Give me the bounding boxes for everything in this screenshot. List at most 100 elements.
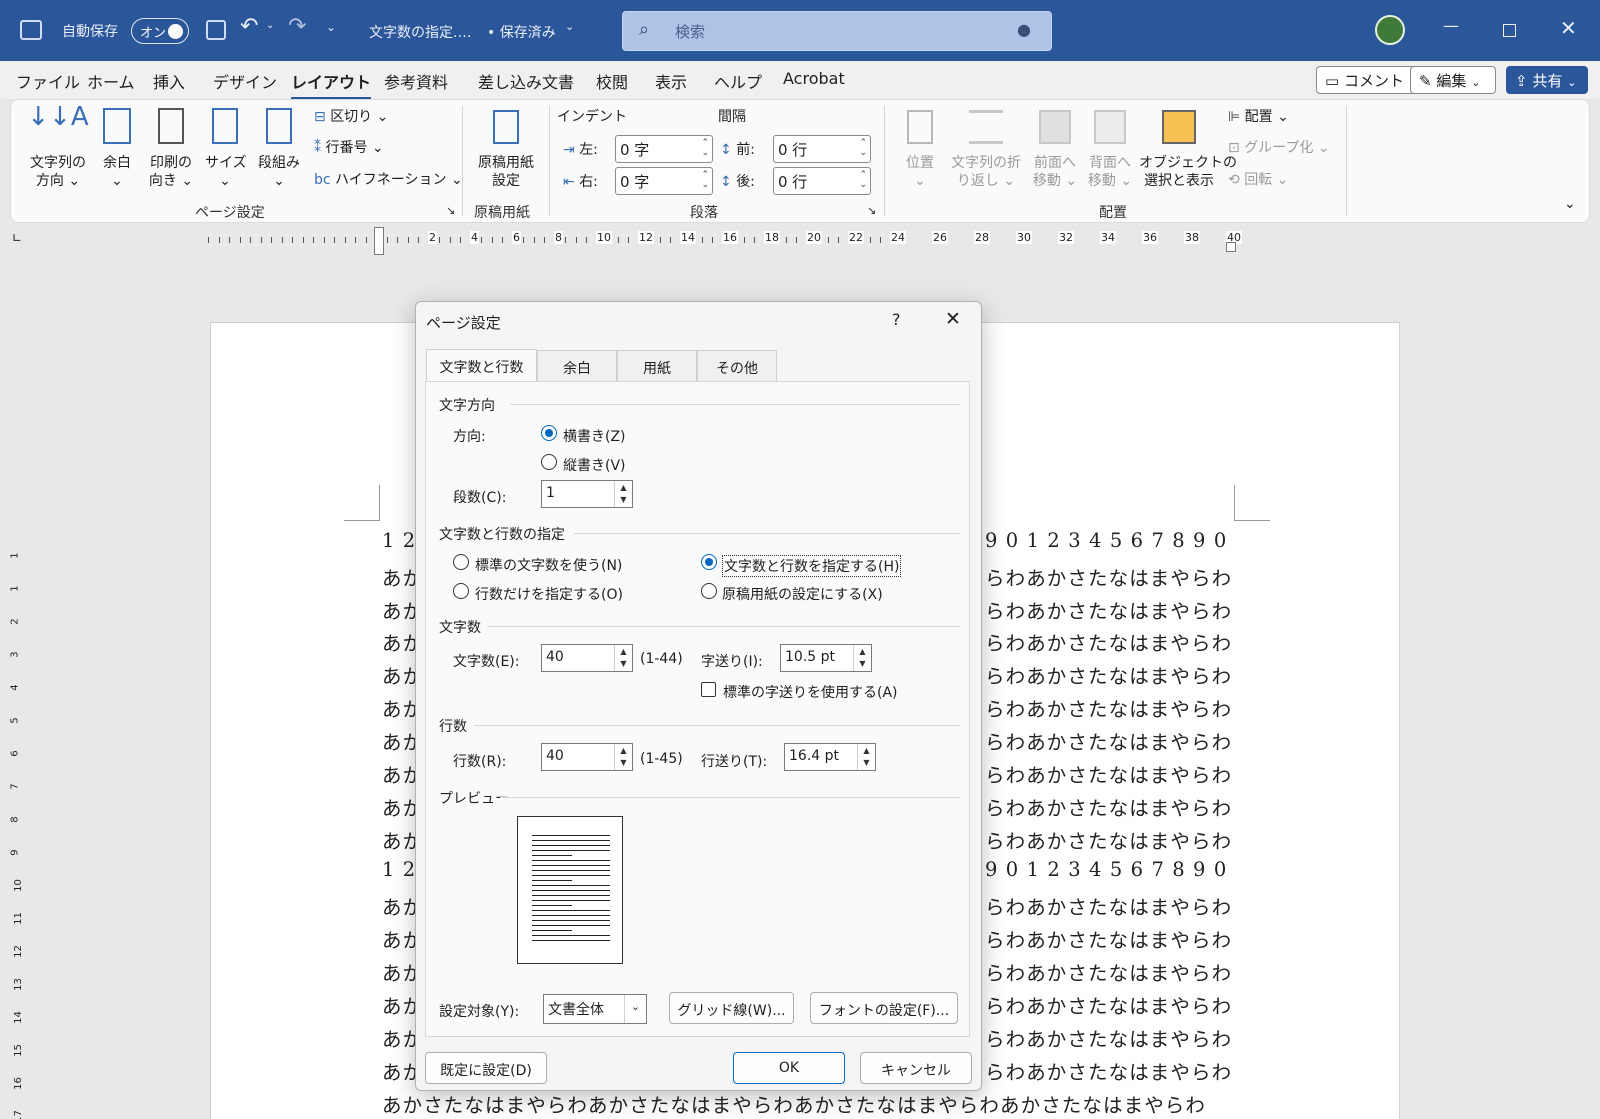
document-line-end[interactable]: らわあかさたなはまやらわ xyxy=(985,957,1232,986)
vertical-label[interactable]: 縦書き(V) xyxy=(563,455,626,475)
set-default-button[interactable]: 既定に設定(D) xyxy=(425,1052,547,1084)
tab-home[interactable]: ホーム xyxy=(87,69,135,93)
document-line-end[interactable]: らわあかさたなはまやらわ xyxy=(985,1023,1232,1052)
chevron-down-icon[interactable]: ⌄ xyxy=(565,20,574,33)
line-numbers-button[interactable]: ⁑ 行番号 ⌄ xyxy=(314,139,384,157)
spinner-icon[interactable]: ▲ ▼ xyxy=(853,645,871,671)
document-line[interactable]: あかさたなはまやらわあかさたなはまやらわあかさたなはまやらわあかさたなはまやらわ xyxy=(382,1089,1206,1118)
vertical-ruler[interactable]: 1123456789101112131415161718 xyxy=(6,300,28,1119)
document-line-end[interactable]: らわあかさたなはまやらわ xyxy=(985,1056,1232,1085)
spacing-after-input[interactable]: 0 行 ⌃ ⌄ xyxy=(773,167,871,195)
document-line-end[interactable]: らわあかさたなはまやらわ xyxy=(985,562,1232,591)
tab-acrobat[interactable]: Acrobat xyxy=(783,69,845,88)
lines-only-label[interactable]: 行数だけを指定する(O) xyxy=(475,584,623,604)
rotate-button[interactable]: ⟲ 回転 ⌄ xyxy=(1228,171,1288,189)
document-line-end[interactable]: らわあかさたなはまやらわ xyxy=(985,825,1232,854)
tab-insert[interactable]: 挿入 xyxy=(153,69,185,93)
vertical-radio[interactable] xyxy=(541,454,557,470)
spacing-before-input[interactable]: 0 行 ⌃ ⌄ xyxy=(773,135,871,163)
document-title[interactable]: 文字数の指定.… xyxy=(369,22,471,42)
cancel-button[interactable]: キャンセル xyxy=(860,1052,972,1084)
position-button[interactable]: 位置 ⌄ xyxy=(900,108,940,190)
columns-button[interactable]: 段組み ⌄ xyxy=(256,108,302,190)
document-line-end[interactable]: らわあかさたなはまやらわ xyxy=(985,595,1232,624)
document-line-end[interactable]: らわあかさたなはまやらわ xyxy=(985,891,1232,920)
dialog-close-icon[interactable]: ✕ xyxy=(945,308,961,330)
autosave-toggle[interactable]: オン xyxy=(131,18,189,44)
breaks-button[interactable]: ⊟ 区切り ⌄ xyxy=(314,108,388,126)
group-objects-button[interactable]: ⊡ グループ化 ⌄ xyxy=(1228,139,1330,157)
tab-design[interactable]: デザイン xyxy=(213,69,277,93)
undo-icon[interactable]: ↶ xyxy=(240,14,258,39)
genko-label[interactable]: 原稿用紙の設定にする(X) xyxy=(722,584,883,604)
document-line-end[interactable]: 9 0 1 2 3 4 5 6 7 8 9 0 xyxy=(985,858,1227,881)
save-status[interactable]: • 保存済み xyxy=(487,22,556,42)
dialog-launcher-icon[interactable]: ↘ xyxy=(867,204,876,217)
spinner-icon[interactable]: ▲ ▼ xyxy=(614,645,632,671)
customize-qat-icon[interactable]: ⌄ xyxy=(326,20,336,34)
columns-input[interactable]: 1 ▲ ▼ xyxy=(541,480,633,508)
apply-to-select[interactable]: 文書全体 ⌄ xyxy=(543,994,647,1024)
dialog-launcher-icon[interactable]: ↘ xyxy=(446,204,455,217)
right-indent-marker[interactable] xyxy=(1226,242,1236,252)
document-line-start[interactable]: 1 2 xyxy=(382,858,416,881)
genko-radio[interactable] xyxy=(701,583,717,599)
chars-and-lines-label[interactable]: 文字数と行数を指定する(H) xyxy=(722,555,902,577)
text-direction-button[interactable]: ↓↓A 文字列の 方向 ⌄ xyxy=(26,104,90,190)
selection-pane-button[interactable]: オブジェクトの 選択と表示 xyxy=(1139,108,1237,190)
horizontal-radio[interactable] xyxy=(541,425,557,441)
redo-icon[interactable]: ↷ xyxy=(288,14,306,39)
microphone-icon[interactable]: ● xyxy=(1017,20,1031,39)
collapse-ribbon-icon[interactable]: ⌄ xyxy=(1564,196,1576,212)
document-line-end[interactable]: 9 0 1 2 3 4 5 6 7 8 9 0 xyxy=(985,529,1227,552)
help-button[interactable]: ? xyxy=(892,310,901,329)
line-pitch-input[interactable]: 16.4 pt ▲ ▼ xyxy=(784,743,876,771)
bring-forward-button[interactable]: 前面へ 移動 ⌄ xyxy=(1032,108,1078,190)
tab-mailings[interactable]: 差し込み文書 xyxy=(478,69,574,93)
indent-left-input[interactable]: 0 字 ⌃ ⌄ xyxy=(615,135,713,163)
tab-help[interactable]: ヘルプ xyxy=(714,69,762,93)
tab-chars-lines[interactable]: 文字数と行数 xyxy=(426,349,537,383)
save-icon[interactable] xyxy=(206,20,226,40)
tab-view[interactable]: 表示 xyxy=(655,69,687,93)
standard-pitch-label[interactable]: 標準の字送りを使用する(A) xyxy=(723,682,898,702)
edit-mode-button[interactable]: ✎ 編集 ⌄ xyxy=(1410,66,1496,94)
orientation-button[interactable]: 印刷の 向き ⌄ xyxy=(148,108,194,190)
spinner-icon[interactable]: ▲ ▼ xyxy=(614,744,632,770)
maximize-icon[interactable] xyxy=(1503,24,1516,37)
ok-button[interactable]: OK xyxy=(733,1052,845,1084)
send-backward-button[interactable]: 背面へ 移動 ⌄ xyxy=(1087,108,1133,190)
size-button[interactable]: サイズ ⌄ xyxy=(205,108,247,190)
document-line-end[interactable]: らわあかさたなはまやらわ xyxy=(985,726,1232,755)
document-line-end[interactable]: らわあかさたなはまやらわ xyxy=(985,660,1232,689)
tab-file[interactable]: ファイル xyxy=(16,69,80,93)
align-button[interactable]: ⊫ 配置 ⌄ xyxy=(1228,108,1289,126)
tab-selector-icon[interactable]: ∟ xyxy=(12,231,22,245)
close-icon[interactable]: ✕ xyxy=(1560,16,1577,40)
hyphenation-button[interactable]: bc ハイフネーション ⌄ xyxy=(314,171,463,189)
document-line-end[interactable]: らわあかさたなはまやらわ xyxy=(985,759,1232,788)
tab-references[interactable]: 参考資料 xyxy=(384,69,448,93)
spinner-icon[interactable]: ▲ ▼ xyxy=(614,481,632,507)
tab-review[interactable]: 校閲 xyxy=(596,69,628,93)
document-line-end[interactable]: らわあかさたなはまやらわ xyxy=(985,990,1232,1019)
first-line-indent-marker[interactable] xyxy=(374,227,384,255)
font-settings-button[interactable]: フォントの設定(F)... xyxy=(810,992,958,1024)
grid-lines-button[interactable]: グリッド線(W)... xyxy=(669,992,794,1024)
lines-input[interactable]: 40 ▲ ▼ xyxy=(541,743,633,771)
document-line-end[interactable]: らわあかさたなはまやらわ xyxy=(985,693,1232,722)
char-pitch-input[interactable]: 10.5 pt ▲ ▼ xyxy=(780,644,872,672)
share-button[interactable]: ⇪ 共有 ⌄ xyxy=(1506,66,1588,94)
horizontal-ruler[interactable]: 2 4 6 8 10 12 14 16 18 20 22 24 26 28 30 32 34 36 38 40 xyxy=(208,231,1400,247)
genko-button[interactable]: 原稿用紙 設定 xyxy=(474,108,538,190)
spinner-icon[interactable]: ▲ ▼ xyxy=(857,744,875,770)
tab-margins[interactable]: 余白 xyxy=(537,350,617,382)
indent-right-input[interactable]: 0 字 ⌃ ⌄ xyxy=(615,167,713,195)
document-line-end[interactable]: らわあかさたなはまやらわ xyxy=(985,627,1232,656)
margins-button[interactable]: 余白 ⌄ xyxy=(99,108,135,190)
minimize-icon[interactable]: — xyxy=(1443,16,1459,35)
standard-chars-label[interactable]: 標準の文字数を使う(N) xyxy=(475,555,622,575)
lines-only-radio[interactable] xyxy=(453,583,469,599)
standard-chars-radio[interactable] xyxy=(453,554,469,570)
document-line-start[interactable]: 1 2 xyxy=(382,529,416,552)
